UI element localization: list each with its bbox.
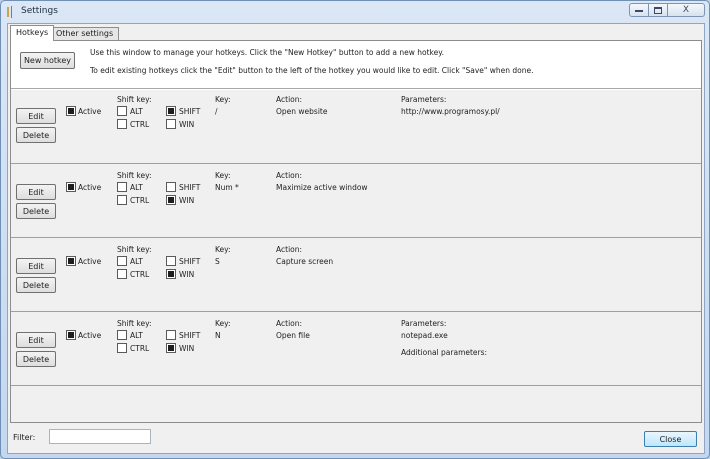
shift-checkbox-4[interactable] xyxy=(166,330,176,340)
win-checkbox-4[interactable] xyxy=(166,343,176,353)
close-icon: X xyxy=(682,5,690,15)
edit-button-4[interactable]: Edit xyxy=(16,332,56,348)
alt-label-1: ALT xyxy=(130,107,143,116)
win-checkbox-1[interactable] xyxy=(166,119,176,129)
action-value-4: Open file xyxy=(276,331,310,340)
active-label-4: Active xyxy=(78,331,102,340)
delete-button-3[interactable]: Delete xyxy=(16,277,56,293)
ctrl-checkbox-3[interactable] xyxy=(117,269,127,279)
filter-input[interactable] xyxy=(49,429,151,444)
action-label-2: Action: xyxy=(276,171,303,180)
action-label-4: Action: xyxy=(276,319,303,328)
shift-checkbox-1[interactable] xyxy=(166,106,176,116)
delete-button-4[interactable]: Delete xyxy=(16,351,56,367)
ctrl-checkbox-1[interactable] xyxy=(117,119,127,129)
window-title: Settings xyxy=(21,6,58,16)
win-checkbox-3[interactable] xyxy=(166,269,176,279)
win-label-1: WIN xyxy=(179,120,195,129)
parameters-value-1: http://www.programosy.pl/ xyxy=(401,107,500,116)
action-label-3: Action: xyxy=(276,245,303,254)
action-value-1: Open website xyxy=(276,107,328,116)
win-label-2: WIN xyxy=(179,196,195,205)
minimize-icon xyxy=(635,10,643,12)
active-checkbox-1[interactable] xyxy=(66,106,76,116)
shift-label-3: SHIFT xyxy=(179,257,201,266)
shift-label-2: SHIFT xyxy=(179,183,201,192)
intro-section: New hotkey Use this window to manage you… xyxy=(11,41,701,89)
delete-button-2[interactable]: Delete xyxy=(16,203,56,219)
action-value-3: Capture screen xyxy=(276,257,334,266)
shift-key-label-1: Shift key: xyxy=(117,95,152,104)
action-value-2: Maximize active window xyxy=(276,183,368,192)
key-value-4: N xyxy=(215,331,221,340)
parameters-label-1: Parameters: xyxy=(401,95,447,104)
intro-line-2: To edit existing hotkeys click the "Edit… xyxy=(90,66,534,75)
hotkey-row-4: Edit Delete Active Shift key: ALT SHIFT … xyxy=(11,312,701,386)
filter-label: Filter: xyxy=(13,433,36,442)
active-checkbox-2[interactable] xyxy=(66,182,76,192)
shift-label-4: SHIFT xyxy=(179,331,201,340)
edit-button-3[interactable]: Edit xyxy=(16,258,56,274)
parameters-label-4: Parameters: xyxy=(401,319,447,328)
tab-other-settings[interactable]: Other settings xyxy=(50,27,120,40)
key-value-2: Num * xyxy=(215,183,239,192)
app-icon xyxy=(7,6,12,18)
alt-checkbox-3[interactable] xyxy=(117,256,127,266)
tab-hotkeys[interactable]: Hotkeys xyxy=(10,25,55,41)
window-close-button[interactable]: X xyxy=(667,3,705,17)
key-value-1: / xyxy=(215,107,218,116)
active-checkbox-4[interactable] xyxy=(66,330,76,340)
ctrl-label-2: CTRL xyxy=(130,196,150,205)
key-label-4: Key: xyxy=(215,319,231,328)
ctrl-label-4: CTRL xyxy=(130,344,150,353)
ctrl-checkbox-2[interactable] xyxy=(117,195,127,205)
hotkey-row-1: Edit Delete Active Shift key: ALT SHIFT … xyxy=(11,90,701,164)
settings-window: Settings X Hotkeys Other settings New ho… xyxy=(0,0,710,459)
client-area: Hotkeys Other settings New hotkey Use th… xyxy=(7,23,705,454)
shift-key-label-2: Shift key: xyxy=(117,171,152,180)
active-label-3: Active xyxy=(78,257,102,266)
ctrl-label-1: CTRL xyxy=(130,120,150,129)
hotkey-row-3: Edit Delete Active Shift key: ALT SHIFT … xyxy=(11,238,701,312)
delete-button-1[interactable]: Delete xyxy=(16,127,56,143)
ctrl-label-3: CTRL xyxy=(130,270,150,279)
shift-checkbox-3[interactable] xyxy=(166,256,176,266)
alt-label-4: ALT xyxy=(130,331,143,340)
edit-button-2[interactable]: Edit xyxy=(16,184,56,200)
alt-checkbox-2[interactable] xyxy=(117,182,127,192)
maximize-button[interactable] xyxy=(648,3,668,17)
ctrl-checkbox-4[interactable] xyxy=(117,343,127,353)
active-label-1: Active xyxy=(78,107,102,116)
key-label-1: Key: xyxy=(215,95,231,104)
key-label-3: Key: xyxy=(215,245,231,254)
maximize-icon xyxy=(654,6,662,14)
action-label-1: Action: xyxy=(276,95,303,104)
key-label-2: Key: xyxy=(215,171,231,180)
intro-line-1: Use this window to manage your hotkeys. … xyxy=(90,48,444,57)
active-label-2: Active xyxy=(78,183,102,192)
key-value-3: S xyxy=(215,257,220,266)
alt-label-3: ALT xyxy=(130,257,143,266)
shift-key-label-4: Shift key: xyxy=(117,319,152,328)
hotkeys-panel: New hotkey Use this window to manage you… xyxy=(10,40,702,423)
edit-button-1[interactable]: Edit xyxy=(16,108,56,124)
minimize-button[interactable] xyxy=(629,3,649,17)
alt-checkbox-4[interactable] xyxy=(117,330,127,340)
win-label-3: WIN xyxy=(179,270,195,279)
shift-label-1: SHIFT xyxy=(179,107,201,116)
parameters-value-4: notepad.exe xyxy=(401,331,448,340)
alt-label-2: ALT xyxy=(130,183,143,192)
shift-checkbox-2[interactable] xyxy=(166,182,176,192)
win-label-4: WIN xyxy=(179,344,195,353)
hotkey-list[interactable]: Edit Delete Active Shift key: ALT SHIFT … xyxy=(11,90,701,422)
new-hotkey-button[interactable]: New hotkey xyxy=(20,52,75,69)
close-button[interactable]: Close xyxy=(644,431,697,447)
shift-key-label-3: Shift key: xyxy=(117,245,152,254)
active-checkbox-3[interactable] xyxy=(66,256,76,266)
additional-parameters-label-4: Additional parameters: xyxy=(401,348,488,357)
win-checkbox-2[interactable] xyxy=(166,195,176,205)
title-bar[interactable]: Settings X xyxy=(1,1,709,23)
alt-checkbox-1[interactable] xyxy=(117,106,127,116)
hotkey-row-2: Edit Delete Active Shift key: ALT SHIFT … xyxy=(11,164,701,238)
